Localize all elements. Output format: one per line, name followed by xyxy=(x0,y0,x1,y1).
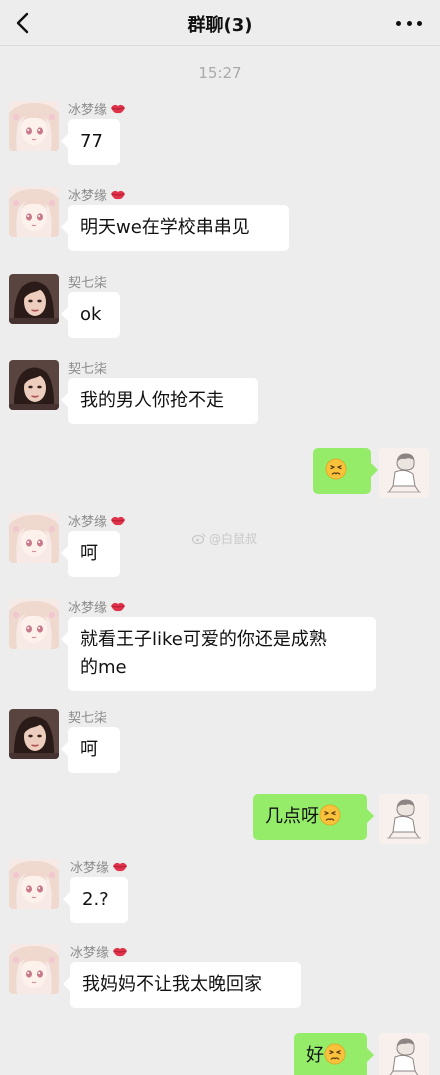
message-bubble[interactable]: 我的男人你抢不走 xyxy=(61,378,258,424)
chat-title: 群聊(3) xyxy=(187,15,253,36)
sender-name: 冰梦缘 xyxy=(68,597,126,616)
sender-name: 契七柒 xyxy=(68,358,107,377)
message-text: ok xyxy=(80,304,102,325)
message-bubble[interactable]: 几点呀 xyxy=(253,794,374,840)
message-bubble[interactable]: 就看王子like可爱的你还是成熟 的me xyxy=(61,617,376,691)
message-text: 几点呀 xyxy=(265,806,319,827)
sender-avatar[interactable] xyxy=(9,101,59,151)
message-timestamp: 15:27 xyxy=(198,64,242,82)
message-text: 我妈妈不让我太晚回家 xyxy=(82,974,262,995)
sender-avatar[interactable] xyxy=(9,859,59,909)
lips-icon xyxy=(110,103,126,114)
message-text: 好 xyxy=(306,1045,324,1066)
my-avatar[interactable] xyxy=(379,1033,429,1075)
my-avatar[interactable] xyxy=(379,448,429,498)
more-options-icon[interactable] xyxy=(396,19,422,27)
sender-avatar[interactable] xyxy=(9,360,59,410)
sender-avatar[interactable] xyxy=(9,513,59,563)
message-text: 77 xyxy=(80,131,103,152)
sender-name-text: 冰梦缘 xyxy=(70,861,110,876)
message-bubble[interactable]: 2.? xyxy=(63,877,128,923)
sender-avatar[interactable] xyxy=(9,599,59,649)
message-text: 就看王子like可爱的你还是成熟 xyxy=(80,629,327,650)
sender-name-text: 冰梦缘 xyxy=(68,189,108,204)
sender-name-text: 冰梦缘 xyxy=(70,946,110,961)
lips-icon xyxy=(110,515,126,526)
sender-name: 冰梦缘 xyxy=(68,511,126,530)
my-avatar[interactable] xyxy=(379,794,429,844)
lips-icon xyxy=(112,946,128,957)
persevering-face-emoji-icon xyxy=(324,1043,346,1065)
sender-name-text: 契七柒 xyxy=(68,276,108,291)
message-text: 呵 xyxy=(80,543,98,564)
persevering-face-emoji-icon xyxy=(325,458,347,480)
sender-name: 冰梦缘 xyxy=(70,942,128,961)
message-bubble[interactable]: 77 xyxy=(61,119,120,165)
message-bubble[interactable]: 好 xyxy=(294,1033,374,1075)
sender-name: 契七柒 xyxy=(68,272,107,291)
sender-name: 契七柒 xyxy=(68,707,107,726)
chat-screen: 群聊(3) 15:27 @白鼠叔 冰梦缘 77 冰梦缘 明天we在学校串串见 契… xyxy=(0,0,440,1075)
weibo-logo-icon xyxy=(192,533,206,544)
message-bubble[interactable]: 呵 xyxy=(61,727,120,773)
message-text: 明天we在学校串串见 xyxy=(80,217,250,238)
sender-name-text: 冰梦缘 xyxy=(68,515,108,530)
message-bubble[interactable]: 明天we在学校串串见 xyxy=(61,205,289,251)
message-text: 的me xyxy=(80,657,127,678)
message-bubble[interactable]: 呵 xyxy=(61,531,120,577)
lips-icon xyxy=(112,861,128,872)
persevering-face-emoji-icon xyxy=(319,804,341,826)
sender-name: 冰梦缘 xyxy=(68,99,126,118)
sender-name: 冰梦缘 xyxy=(70,857,128,876)
lips-icon xyxy=(110,601,126,612)
message-bubble[interactable]: 我妈妈不让我太晚回家 xyxy=(63,962,301,1008)
lips-icon xyxy=(110,189,126,200)
message-text: 2.? xyxy=(82,889,109,910)
chat-header: 群聊(3) xyxy=(0,0,440,46)
sender-name-text: 冰梦缘 xyxy=(68,103,108,118)
sender-avatar[interactable] xyxy=(9,274,59,324)
watermark: @白鼠叔 xyxy=(192,530,257,547)
message-bubble[interactable] xyxy=(313,448,378,494)
sender-name-text: 冰梦缘 xyxy=(68,601,108,616)
sender-name: 冰梦缘 xyxy=(68,185,126,204)
watermark-text: @白鼠叔 xyxy=(209,532,258,546)
message-text: 呵 xyxy=(80,739,98,760)
sender-name-text: 契七柒 xyxy=(68,362,108,377)
sender-avatar[interactable] xyxy=(9,187,59,237)
message-text: 我的男人你抢不走 xyxy=(80,390,224,411)
sender-avatar[interactable] xyxy=(9,709,59,759)
message-bubble[interactable]: ok xyxy=(61,292,120,338)
sender-avatar[interactable] xyxy=(9,944,59,994)
sender-name-text: 契七柒 xyxy=(68,711,108,726)
